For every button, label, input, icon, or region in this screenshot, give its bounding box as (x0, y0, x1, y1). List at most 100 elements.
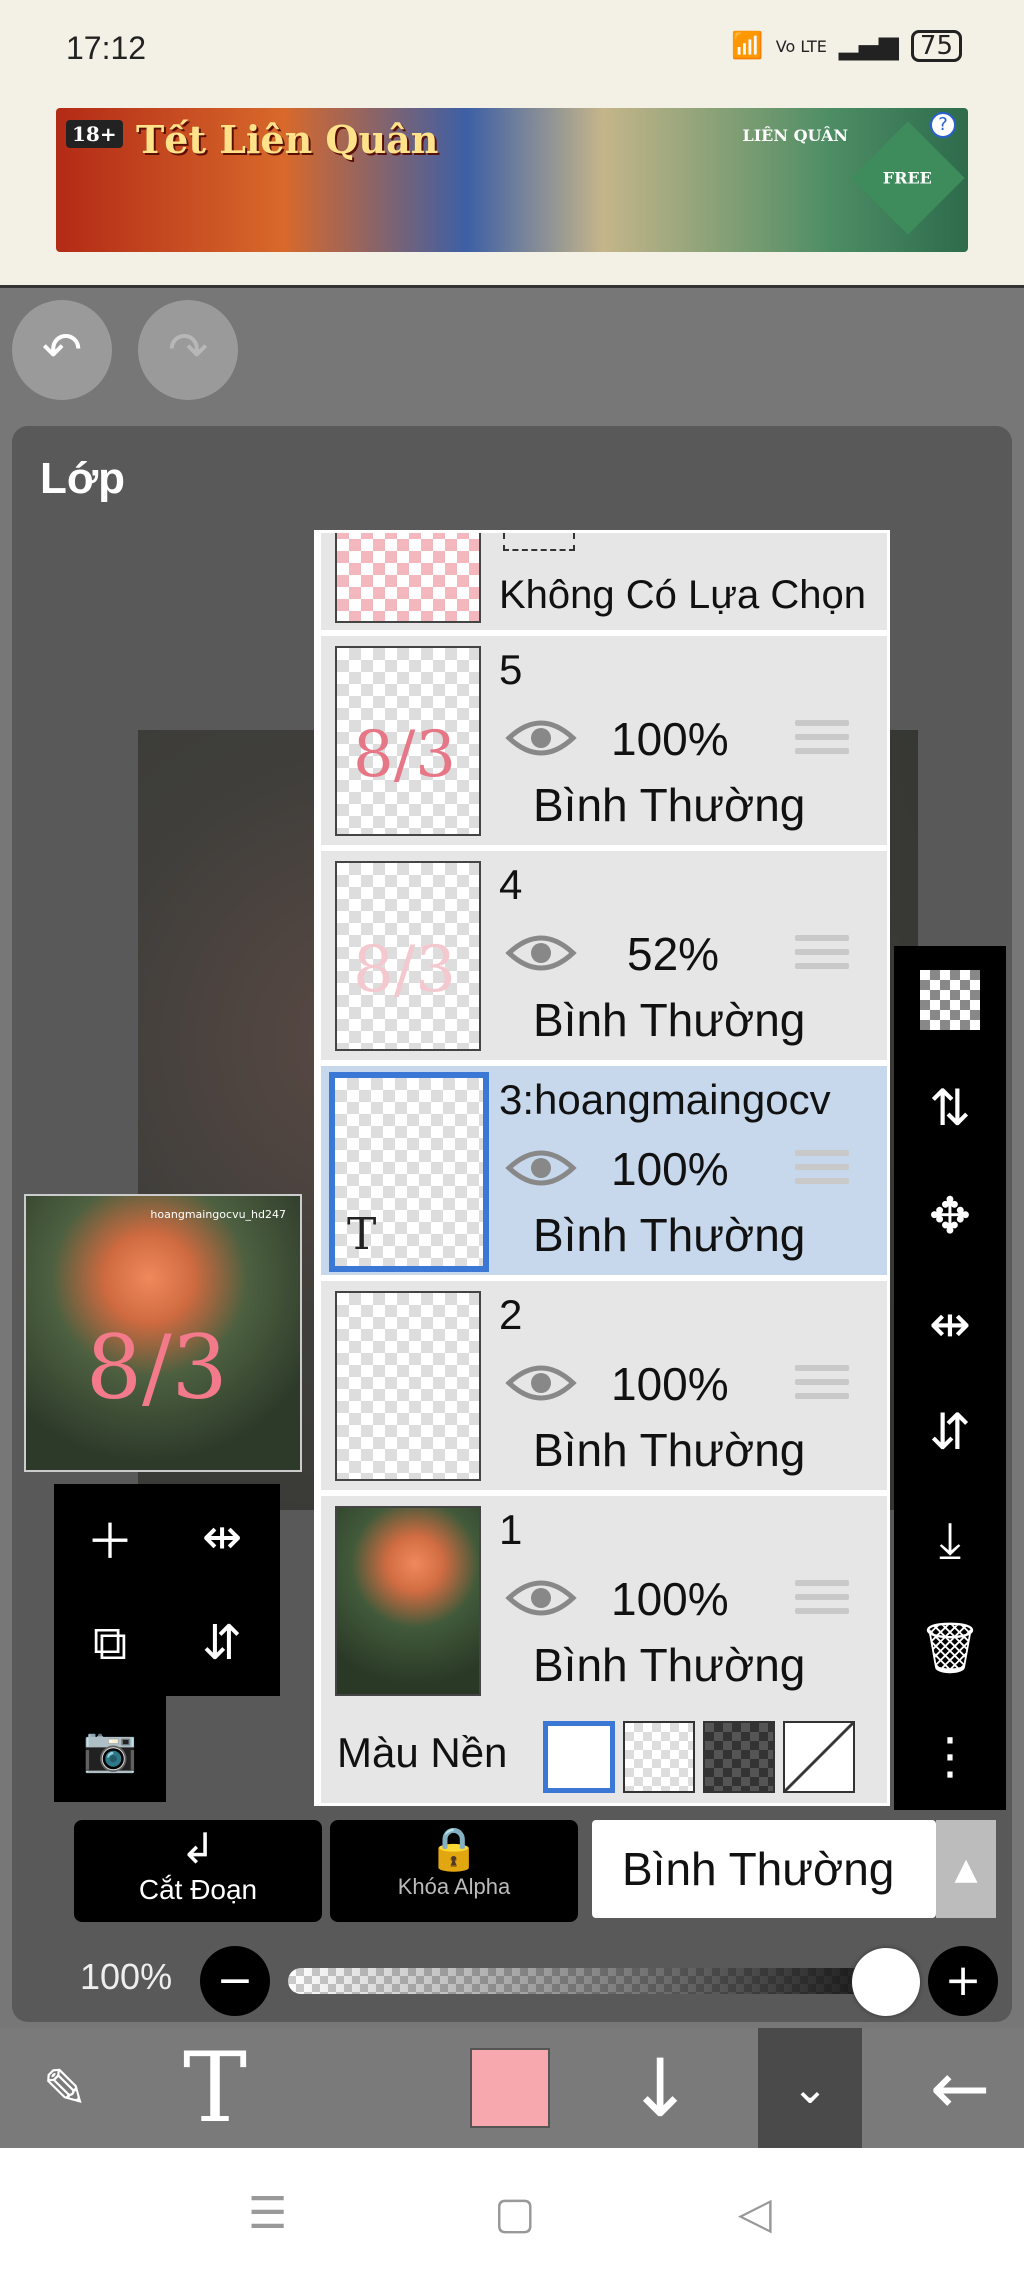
collapse-button[interactable]: ⌄ (758, 2028, 862, 2148)
move-button[interactable]: ✥ (894, 1162, 1006, 1270)
drag-handle-icon[interactable] (795, 1150, 849, 1192)
layer-thumbnail: 8/3 (335, 646, 481, 836)
camera-icon: 📷 (82, 1724, 138, 1775)
layer-row-2[interactable]: 2 100% Bình Thường (321, 1281, 887, 1493)
plus-icon: + (944, 1955, 982, 2006)
text-icon: T (182, 2032, 248, 2144)
eye-icon[interactable] (505, 1576, 577, 1620)
move-icon: ✥ (929, 1187, 971, 1245)
opacity-slider-knob[interactable] (852, 1948, 920, 2016)
flip-horizontal-button[interactable]: ⇹ (166, 1484, 278, 1590)
eye-icon[interactable] (505, 1146, 577, 1190)
trash-icon: 🗑 (918, 1618, 982, 1677)
layer-opacity: 100% (611, 1143, 729, 1195)
opacity-increase-button[interactable]: + (928, 1946, 998, 2016)
layer-row-5[interactable]: 8/3 5 100% Bình Thường (321, 636, 887, 848)
layer-blend-mode: Bình Thường (533, 1424, 806, 1476)
layer-right-tools: ⇅ ✥ ⇹ ⇵ ⤓ 🗑 ⋮ (894, 946, 1006, 1810)
duplicate-icon: ⧉ (92, 1614, 128, 1671)
opacity-decrease-button[interactable]: − (200, 1946, 270, 2016)
layer-blend-mode: Bình Thường (533, 1639, 806, 1691)
back-button[interactable]: ← (910, 2028, 1010, 2148)
background-dark-checker-swatch[interactable] (703, 1721, 775, 1793)
swap-layer-button[interactable]: ⇅ (894, 1054, 1006, 1162)
selection-row[interactable]: Không Có Lựa Chọn (321, 533, 887, 633)
rotate-icon: ⇵ (929, 1403, 971, 1461)
layer-thumbnail: 8/3 (335, 861, 481, 1051)
duplicate-layer-button[interactable]: ⧉ (54, 1590, 166, 1696)
selection-label: Không Có Lựa Chọn (499, 573, 867, 617)
menu-icon[interactable]: ☰ (248, 2188, 287, 2239)
alpha-lock-button[interactable]: 🔒 Khóa Alpha (330, 1820, 578, 1922)
transparency-button[interactable] (894, 946, 1006, 1054)
drag-handle-icon[interactable] (795, 1365, 849, 1407)
network-label: Vo LTE (775, 36, 827, 56)
layer-name: 4 (499, 861, 523, 908)
more-vertical-icon: ⋮ (925, 1727, 975, 1785)
minus-icon: − (216, 1955, 254, 2006)
layer-opacity: 100% (611, 713, 729, 765)
background-transparent-swatch[interactable] (623, 1721, 695, 1793)
chevron-double-down-icon: ⌄ (791, 2062, 829, 2114)
layer-row-3[interactable]: T 3:hoangmaingocv 100% Bình Thường (321, 1066, 887, 1278)
blend-mode-arrow[interactable]: ▲ (936, 1820, 996, 1918)
brush-eraser-tool[interactable]: ✎ (20, 2028, 110, 2148)
merge-down-button[interactable]: ⤓ (894, 1486, 1006, 1594)
blend-mode-select[interactable]: Bình Thường (592, 1820, 936, 1918)
signal-icon: ▂▄▆ (838, 31, 899, 61)
flip-vertical-button[interactable]: ⇵ (166, 1590, 278, 1696)
drag-handle-icon[interactable] (795, 935, 849, 977)
layer-list[interactable]: Không Có Lựa Chọn 8/3 5 100% Bình Thường… (314, 530, 890, 1806)
panel-title: Lớp (40, 454, 126, 503)
flip-icon: ⇹ (929, 1295, 971, 1353)
background-none-swatch[interactable] (783, 1721, 855, 1793)
arrow-left-icon: ← (929, 2046, 991, 2130)
more-button[interactable]: ⋮ (894, 1702, 1006, 1810)
lock-icon: 🔒 (427, 1825, 481, 1872)
delete-layer-button[interactable]: 🗑 (894, 1594, 1006, 1702)
opacity-label: 100% (80, 1956, 173, 1997)
ad-info-icon[interactable]: ? (930, 112, 956, 138)
eye-icon[interactable] (505, 1361, 577, 1405)
eye-icon[interactable] (505, 716, 577, 760)
redo-button[interactable]: ↷ (138, 300, 238, 400)
drag-handle-icon[interactable] (795, 1580, 849, 1622)
undo-button[interactable]: ↶ (12, 300, 112, 400)
flip-button[interactable]: ⇹ (894, 1270, 1006, 1378)
layer-name: 3:hoangmaingocv (499, 1076, 831, 1123)
system-nav-bar: ☰ ▢ ◁ (0, 2148, 1024, 2274)
thumbnail-text: 8/3 (353, 718, 456, 792)
layer-blend-mode: Bình Thường (533, 779, 806, 831)
text-layer-icon: T (347, 1209, 377, 1260)
back-icon[interactable]: ◁ (738, 2188, 772, 2239)
ad-banner[interactable]: 18+ Tết Liên Quân LIÊN QUÂN FREE ? (56, 108, 968, 252)
checker-icon (920, 970, 980, 1030)
flip-horizontal-icon: ⇹ (201, 1509, 243, 1565)
down-arrow-button[interactable]: ↓ (610, 2028, 710, 2148)
text-tool[interactable]: T (160, 2028, 270, 2148)
layer-opacity: 52% (627, 928, 720, 980)
merge-down-icon: ⤓ (938, 1510, 962, 1569)
background-white-swatch[interactable] (543, 1721, 615, 1793)
canvas-preview[interactable]: hoangmaingocvu_hd247 8/3 (24, 1194, 302, 1472)
color-swatch[interactable] (470, 2048, 550, 2128)
selection-thumbnail (335, 533, 481, 623)
opacity-slider[interactable] (288, 1968, 912, 1994)
add-layer-button[interactable]: ＋ (54, 1484, 166, 1590)
layer-row-4[interactable]: 8/3 4 52% Bình Thường (321, 851, 887, 1063)
status-time: 17:12 (66, 30, 147, 66)
eye-icon[interactable] (505, 931, 577, 975)
clipping-button[interactable]: ↲ Cắt Đoạn (74, 1820, 322, 1922)
ad-age-badge: 18+ (66, 120, 123, 148)
preview-text: 8/3 (86, 1316, 228, 1419)
layer-panel: Lớp hoangmaingocvu_hd247 8/3 ＋ ⇹ ⧉ ⇵ 📷 K… (12, 426, 1012, 2022)
layer-row-1[interactable]: 1 100% Bình Thường (321, 1496, 887, 1708)
swap-icon: ⇅ (929, 1079, 971, 1137)
rotate-flip-button[interactable]: ⇵ (894, 1378, 1006, 1486)
status-and-ad-area: 17:12 📶 Vo LTE ▂▄▆ 75 18+ Tết Liên Quân … (0, 0, 1024, 288)
background-label: Màu Nền (337, 1729, 508, 1776)
camera-button[interactable]: 📷 (54, 1696, 166, 1802)
drag-handle-icon[interactable] (795, 720, 849, 762)
clip-arrow-icon: ↲ (180, 1825, 216, 1872)
home-icon[interactable]: ▢ (494, 2188, 536, 2239)
